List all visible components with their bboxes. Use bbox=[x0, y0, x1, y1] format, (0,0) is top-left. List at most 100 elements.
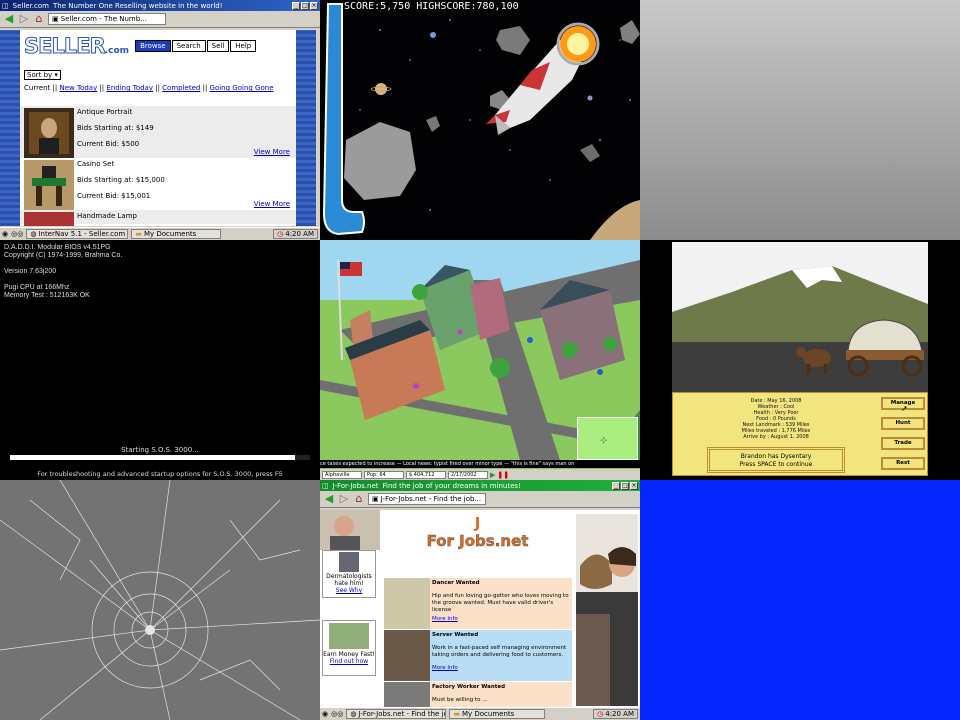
filter-current: Current bbox=[24, 84, 51, 92]
browser-tab[interactable]: ▣ J-For-Jobs.net - Find the job... bbox=[368, 493, 486, 505]
ad-dermatologists[interactable]: Dermatologists hate him! See Why bbox=[322, 550, 376, 598]
jobs-logo[interactable]: J For Jobs.net bbox=[380, 510, 575, 570]
boot-status: Starting S.O.S. 3000... bbox=[121, 446, 199, 454]
minimap[interactable]: ⊹ bbox=[577, 417, 638, 460]
trade-button[interactable]: Trade bbox=[881, 437, 925, 450]
listing-start-bid: Bids Starting at: $149 bbox=[77, 124, 154, 132]
news-ticker: ce taxes expected to increase — Local ne… bbox=[320, 460, 640, 468]
browser-tab[interactable]: ▣ Seller.com - The Numb... bbox=[48, 13, 166, 25]
window-title: J-For-Jobs.net bbox=[332, 481, 379, 490]
see-why-link[interactable]: See Why bbox=[323, 587, 375, 594]
minimize-icon[interactable]: _ bbox=[612, 481, 620, 490]
start-icon[interactable]: ◉ bbox=[2, 230, 8, 238]
close-icon[interactable]: × bbox=[630, 481, 638, 490]
search-button[interactable]: Search bbox=[171, 40, 206, 52]
taskbar: ◉ ◎◎ ◍J-For-Jobs.net - Find the job... ▬… bbox=[320, 707, 640, 720]
home-icon[interactable]: ⌂ bbox=[353, 493, 365, 505]
sort-dropdown[interactable]: Sort by ▾ bbox=[24, 70, 61, 80]
portrait-thumbnail bbox=[24, 108, 74, 158]
boot-hint: For troubleshooting and advanced startup… bbox=[37, 470, 283, 478]
pause-icon[interactable]: ❚❚ bbox=[497, 471, 509, 479]
taskbar-folder-button[interactable]: ▬ My Documents bbox=[449, 709, 546, 719]
rest-button[interactable]: Rest bbox=[881, 457, 925, 470]
help-button[interactable]: Help bbox=[230, 40, 257, 52]
event-message: Brandon has Dysentary Press SPACE to con… bbox=[707, 447, 845, 473]
filter-new-today[interactable]: New Today bbox=[59, 84, 97, 92]
listing-item[interactable]: Casino Set Bids Starting at: $15,000 Cur… bbox=[20, 158, 296, 210]
date-display: 2/17/2002 bbox=[448, 470, 488, 479]
seller-logo[interactable]: SELLER.com bbox=[24, 34, 130, 59]
taskbar-folder-button[interactable]: ▬ My Documents bbox=[131, 229, 222, 239]
minimap-marker-icon: ⊹ bbox=[600, 436, 608, 446]
ad-image bbox=[339, 552, 359, 572]
population: Pop: 64 bbox=[364, 470, 404, 479]
cracked-screen bbox=[0, 480, 320, 720]
back-arrow-icon[interactable]: ◀ bbox=[3, 13, 15, 25]
town-name: Alphaville bbox=[322, 470, 362, 479]
left-decor-bar bbox=[0, 30, 20, 226]
more-info-link[interactable]: More Info bbox=[432, 665, 570, 672]
folder-icon: ▬ bbox=[453, 710, 460, 718]
page-icon: ▣ bbox=[52, 15, 59, 23]
quicklaunch-icon[interactable]: ◎◎ bbox=[331, 710, 343, 718]
tab-label: J-For-Jobs.net - Find the job... bbox=[380, 495, 482, 503]
sell-button[interactable]: Sell bbox=[206, 40, 230, 52]
factory-image bbox=[384, 682, 430, 707]
filter-going-gone[interactable]: Going Going Gone bbox=[210, 84, 274, 92]
forward-arrow-icon[interactable]: ▷ bbox=[338, 493, 350, 505]
job-listing[interactable]: Dancer Wanted Hip and fun loving go-gett… bbox=[384, 578, 572, 629]
city-game: ⊹ ce taxes expected to increase — Local … bbox=[320, 240, 640, 480]
listing-name: Handmade Lamp bbox=[77, 212, 137, 220]
filter-ending-today[interactable]: Ending Today bbox=[106, 84, 153, 92]
start-icon[interactable]: ◉ bbox=[322, 710, 328, 718]
man-photo bbox=[320, 510, 380, 550]
browse-button[interactable]: Browse bbox=[135, 40, 171, 52]
back-arrow-icon[interactable]: ◀ bbox=[323, 493, 335, 505]
view-more-link[interactable]: View More bbox=[254, 148, 290, 156]
job-listing[interactable]: Factory Worker Wanted Must be willing to… bbox=[384, 682, 572, 707]
jobs-page: Dermatologists hate him! See Why Earn Mo… bbox=[320, 510, 640, 707]
bios-line: Version 7.63j200 bbox=[4, 268, 57, 275]
listing-item[interactable]: Handmade Lamp bbox=[20, 210, 296, 226]
listing-name: Casino Set bbox=[77, 160, 115, 168]
screenshot-grid: ◫ Seller.com The Number One Reselling we… bbox=[0, 0, 960, 720]
seller-browser-window: ◫ Seller.com The Number One Reselling we… bbox=[0, 0, 320, 240]
filter-completed[interactable]: Completed bbox=[162, 84, 200, 92]
find-out-how-link[interactable]: Find out how bbox=[323, 658, 375, 665]
server-image bbox=[384, 630, 430, 681]
close-icon[interactable]: × bbox=[310, 1, 318, 10]
forward-arrow-icon[interactable]: ▷ bbox=[18, 13, 30, 25]
more-info-link[interactable]: More Info bbox=[432, 616, 570, 623]
listing-name: Antique Portrait bbox=[77, 108, 133, 116]
listing-current-bid: Current Bid: $500 bbox=[77, 140, 140, 148]
ad-earn-money[interactable]: Earn Money Fast! Find out how bbox=[322, 620, 376, 676]
bios-text: D.A.D.D.I. Modular BIOS v4.51PG Copyrigh… bbox=[4, 244, 122, 300]
taskbar: ◉ ◎◎ ◍ InterNav 5.1 - Seller.com ▬ My Docu… bbox=[0, 227, 320, 240]
view-more-link[interactable]: View More bbox=[254, 200, 290, 208]
lamp-thumbnail bbox=[24, 212, 74, 226]
crack-pattern bbox=[0, 480, 320, 720]
stat-arrive: Arrive by : August 1, 2008 bbox=[743, 434, 809, 440]
taskbar-clock: ◷ 4:20 AM bbox=[273, 229, 318, 239]
blue-screen bbox=[640, 480, 960, 720]
quicklaunch-icon[interactable]: ◎◎ bbox=[11, 230, 23, 238]
minimize-icon[interactable]: _ bbox=[292, 1, 300, 10]
maximize-icon[interactable]: □ bbox=[301, 1, 309, 10]
home-icon[interactable]: ⌂ bbox=[33, 13, 45, 25]
boot-progress-fill bbox=[10, 455, 295, 460]
trail-scene bbox=[672, 242, 928, 392]
clock-icon: ◷ bbox=[277, 230, 284, 238]
window-icon: ◫ bbox=[322, 481, 329, 490]
job-description: Hip and fun loving go-getter who loves m… bbox=[432, 593, 569, 613]
taskbar-app-button[interactable]: ◍J-For-Jobs.net - Find the job... bbox=[346, 709, 447, 719]
play-icon[interactable]: ▶ bbox=[490, 471, 495, 479]
taskbar-app-button[interactable]: ◍ InterNav 5.1 - Seller.com bbox=[26, 229, 129, 239]
planet bbox=[430, 32, 436, 38]
hunt-button[interactable]: Hunt bbox=[881, 417, 925, 430]
window-subtitle: The Number One Reselling website in the … bbox=[52, 1, 223, 10]
maximize-icon[interactable]: □ bbox=[621, 481, 629, 490]
seller-page: SELLER.com Browse Search Sell Help Sort … bbox=[20, 30, 296, 226]
job-title: Factory Worker Wanted bbox=[432, 684, 506, 690]
listing-item[interactable]: Antique Portrait Bids Starting at: $149 … bbox=[20, 106, 296, 158]
job-listing[interactable]: Server Wanted Work in a fast-paced self … bbox=[384, 630, 572, 681]
